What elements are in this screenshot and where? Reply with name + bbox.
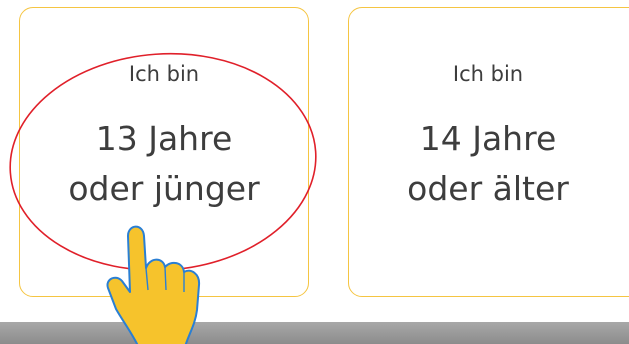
bottom-scroll-bar	[0, 322, 629, 344]
age-option-13-or-younger[interactable]: Ich bin 13 Jahre oder jünger	[19, 7, 309, 297]
card-age-label: 13 Jahre oder jünger	[20, 114, 308, 214]
age-option-14-or-older[interactable]: Ich bin 14 Jahre oder älter	[348, 7, 629, 297]
card-prefix-label: Ich bin	[128, 62, 200, 86]
card-age-line2: oder älter	[407, 169, 569, 208]
card-age-line1: 14 Jahre	[419, 119, 557, 158]
card-age-line1: 13 Jahre	[95, 119, 233, 158]
age-selection-screen: Ich bin 13 Jahre oder jünger Ich bin 14 …	[0, 0, 629, 344]
card-prefix-label: Ich bin	[452, 62, 524, 86]
card-age-label: 14 Jahre oder älter	[349, 114, 627, 214]
card-age-line2: oder jünger	[68, 169, 260, 208]
